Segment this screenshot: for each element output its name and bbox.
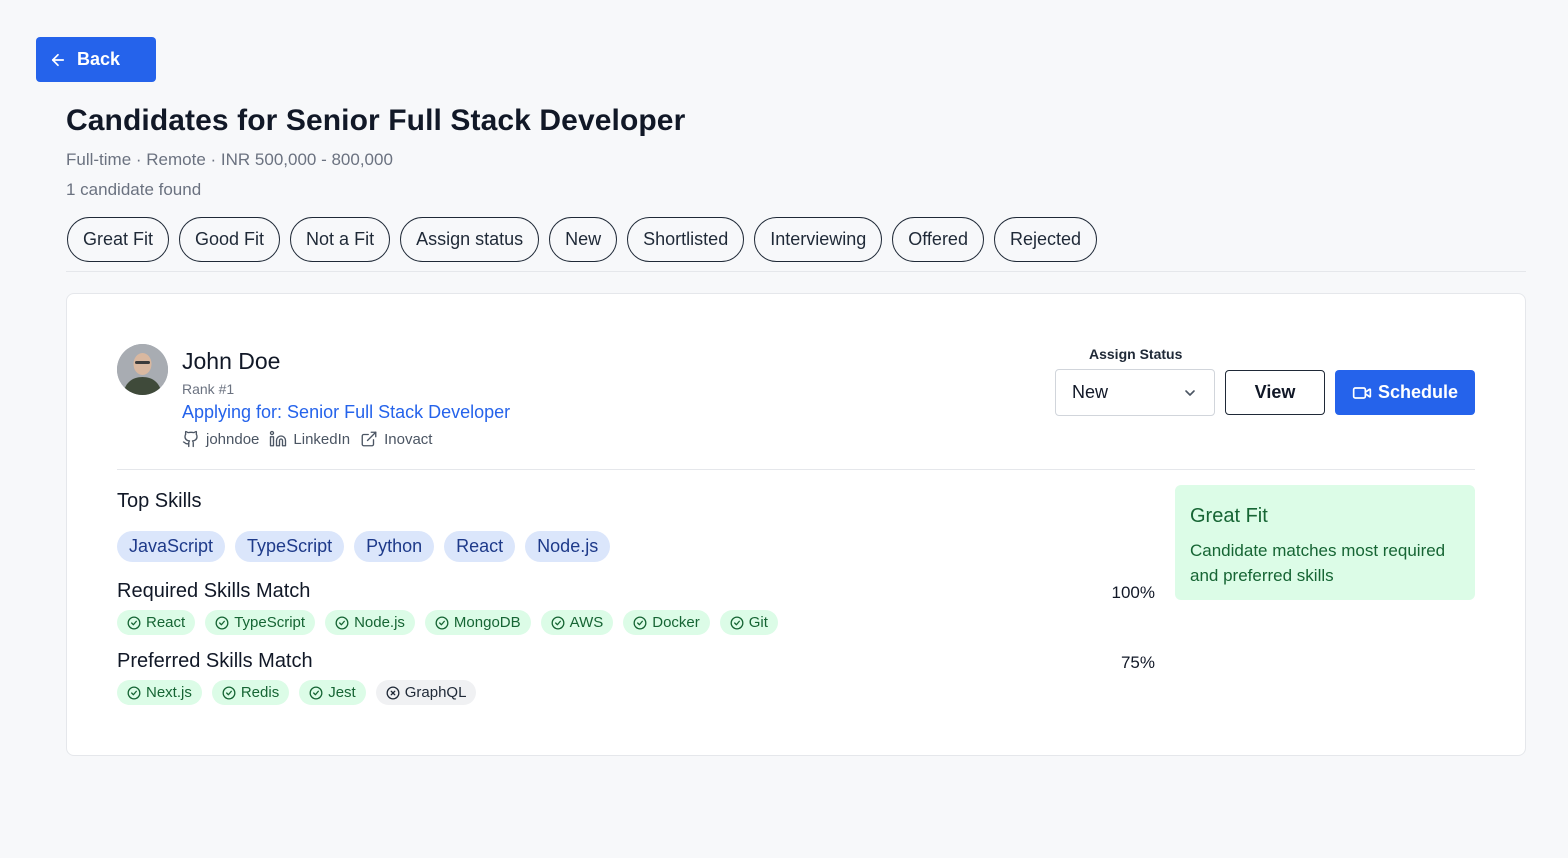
- external-link-icon: [361, 431, 377, 447]
- github-icon: [182, 430, 198, 448]
- filter-good-fit[interactable]: Good Fit: [179, 217, 281, 262]
- job-meta: Full-time · Remote · INR 500,000 - 800,0…: [66, 150, 393, 169]
- avatar[interactable]: [117, 344, 168, 395]
- candidate-rank: Rank #1: [182, 381, 235, 397]
- linkedin-label: LinkedIn: [293, 430, 351, 448]
- schedule-label: Schedule: [1377, 382, 1459, 402]
- chevron-down-icon: [1185, 389, 1195, 396]
- arrow-left-icon: [51, 53, 65, 66]
- schedule-button[interactable]: Schedule: [1335, 370, 1475, 415]
- skill-name: TypeScript: [234, 614, 306, 631]
- preferred-skills-title: Preferred Skills Match: [117, 650, 313, 672]
- matched-skill: MongoDB: [424, 610, 531, 635]
- skill-name: AWS: [569, 614, 604, 631]
- fit-summary: Great Fit Candidate matches most require…: [1175, 485, 1475, 600]
- required-skills-title: Required Skills Match: [117, 580, 311, 602]
- preferred-match-percent: 75%: [1120, 653, 1155, 672]
- matched-skill: Redis: [211, 680, 290, 705]
- view-button[interactable]: View: [1225, 370, 1325, 415]
- filter-interviewing[interactable]: Interviewing: [754, 217, 883, 262]
- skill-name: React: [146, 614, 186, 631]
- filter-offered[interactable]: Offered: [892, 217, 984, 262]
- back-button[interactable]: Back: [36, 37, 156, 82]
- skill-name: GraphQL: [404, 684, 467, 701]
- check-circle-icon: [127, 686, 141, 699]
- candidate-count: 1 candidate found: [66, 180, 202, 199]
- skill-name: Next.js: [146, 684, 192, 701]
- filter-not-a-fit[interactable]: Not a Fit: [290, 217, 391, 262]
- check-circle-icon: [730, 616, 744, 629]
- skill-tag: TypeScript: [235, 531, 345, 562]
- check-circle-icon: [633, 616, 647, 629]
- top-skills-title: Top Skills: [117, 490, 202, 512]
- matched-skill: Git: [719, 610, 778, 635]
- check-circle-icon: [215, 616, 229, 629]
- card-divider: [117, 469, 1475, 470]
- filter-assign-status[interactable]: Assign status: [400, 217, 540, 262]
- candidate-name: John Doe: [182, 348, 281, 374]
- candidate-card: John Doe Rank #1 Applying for: Senior Fu…: [66, 293, 1526, 756]
- preferred-skills-list: Next.js Redis Jest GraphQL: [117, 680, 477, 705]
- required-skills-list: React TypeScript Node.js MongoDB AWS Doc…: [117, 610, 778, 635]
- matched-skill: TypeScript: [205, 610, 316, 635]
- skill-name: Git: [748, 614, 768, 631]
- skill-name: Node.js: [354, 614, 405, 631]
- filter-rejected[interactable]: Rejected: [993, 217, 1098, 262]
- status-select-value: New: [1072, 382, 1109, 402]
- matched-skill: Docker: [623, 610, 710, 635]
- skill-name: MongoDB: [453, 614, 521, 631]
- linkedin-icon: [270, 430, 287, 447]
- fit-title: Great Fit: [1190, 505, 1268, 527]
- check-circle-icon: [435, 616, 449, 629]
- check-circle-icon: [335, 616, 349, 629]
- matched-skill: Node.js: [325, 610, 415, 635]
- github-link[interactable]: johndoe: [182, 430, 259, 448]
- page-title: Candidates for Senior Full Stack Develop…: [66, 104, 686, 137]
- linkedin-link[interactable]: LinkedIn: [269, 430, 350, 448]
- skill-tag: Node.js: [525, 531, 611, 562]
- check-circle-icon: [127, 616, 141, 629]
- fit-description: Candidate matches most required and pref…: [1190, 541, 1446, 585]
- top-skills-list: JavaScript TypeScript Python React Node.…: [117, 531, 611, 562]
- skill-tag: Python: [354, 531, 435, 562]
- skill-name: Redis: [240, 684, 280, 701]
- matched-skill: Next.js: [117, 680, 202, 705]
- divider: [66, 271, 1526, 272]
- back-label: Back: [77, 49, 121, 69]
- filter-chips: Great Fit Good Fit Not a Fit Assign stat…: [67, 217, 1098, 262]
- github-label: johndoe: [206, 430, 260, 448]
- skill-tag: JavaScript: [117, 531, 226, 562]
- matched-skill: Jest: [299, 680, 366, 705]
- check-circle-icon: [309, 686, 323, 699]
- video-icon: [1352, 386, 1372, 399]
- required-match-percent: 100%: [1111, 583, 1155, 602]
- x-circle-icon: [386, 686, 400, 699]
- check-circle-icon: [551, 616, 565, 629]
- matched-skill: AWS: [540, 610, 614, 635]
- check-circle-icon: [222, 686, 236, 699]
- portfolio-label: Inovact: [384, 430, 433, 448]
- filter-shortlisted[interactable]: Shortlisted: [627, 217, 745, 262]
- status-select[interactable]: New: [1055, 369, 1215, 416]
- applying-for-link[interactable]: Applying for: Senior Full Stack Develope…: [182, 402, 510, 423]
- missing-skill: GraphQL: [375, 680, 477, 705]
- skill-tag: React: [444, 531, 516, 562]
- assign-status-label: Assign Status: [1089, 346, 1183, 362]
- skill-name: Docker: [652, 614, 700, 631]
- portfolio-link[interactable]: Inovact: [360, 430, 432, 448]
- filter-great-fit[interactable]: Great Fit: [67, 217, 170, 262]
- profile-links: johndoe LinkedIn Inovact: [182, 430, 432, 448]
- filter-new[interactable]: New: [549, 217, 618, 262]
- skill-name: Jest: [328, 684, 356, 701]
- matched-skill: React: [117, 610, 196, 635]
